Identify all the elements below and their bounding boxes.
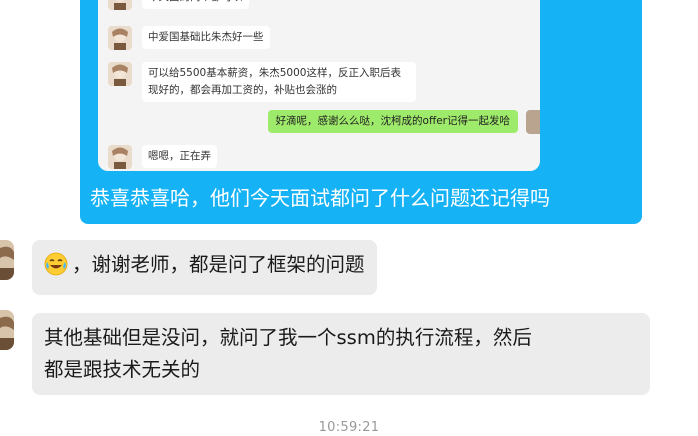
message-text-line: 都是跟技术无关的 xyxy=(44,358,201,381)
message-text: ，谢谢老师，都是问了框架的问题 xyxy=(72,253,365,276)
avatar[interactable] xyxy=(0,240,14,280)
mini-message-row: 中爱国基础比朱杰好一些 xyxy=(108,26,270,50)
tears-of-joy-emoji xyxy=(44,252,68,286)
avatar xyxy=(108,26,132,50)
avatar xyxy=(526,110,540,134)
avatar[interactable] xyxy=(0,310,14,350)
forwarded-chat-screenshot[interactable]: 今天面的两个都可以 中爱国基础比朱杰好一些 可以给5500基本薪资，朱杰5000… xyxy=(98,0,540,171)
mini-message-text: 嗯嗯，正在弄 xyxy=(142,145,217,168)
avatar xyxy=(108,0,132,10)
mini-message-text: 中爱国基础比朱杰好一些 xyxy=(142,26,270,49)
mini-message-row: 今天面的两个都可以 xyxy=(108,0,249,10)
message-timestamp: 10:59:21 xyxy=(318,420,380,435)
mini-message-text: 今天面的两个都可以 xyxy=(142,0,249,9)
mini-message-row: 可以给5500基本薪资，朱杰5000这样，反正入职后表 现好的，都会再加工资的，… xyxy=(108,62,416,102)
mini-message-row: 嗯嗯，正在弄 xyxy=(108,145,217,169)
message-text-line: 其他基础但是没问，就问了我一个ssm的执行流程，然后 xyxy=(44,326,532,349)
mini-sent-message-text: 好滴呢，感谢么么哒，沈柯成的offer记得一起发哈 xyxy=(267,110,518,133)
avatar xyxy=(108,62,132,86)
screenshot-caption: 恭喜恭喜哈，他们今天面试都问了什么问题还记得吗 xyxy=(90,186,550,210)
mini-message-text: 可以给5500基本薪资，朱杰5000这样，反正入职后表 现好的，都会再加工资的，… xyxy=(142,62,416,102)
message-bubble[interactable]: ，谢谢老师，都是问了框架的问题 xyxy=(32,240,377,295)
message-bubble[interactable]: 其他基础但是没问，就问了我一个ssm的执行流程，然后 都是跟技术无关的 xyxy=(32,313,650,395)
avatar xyxy=(108,145,132,169)
